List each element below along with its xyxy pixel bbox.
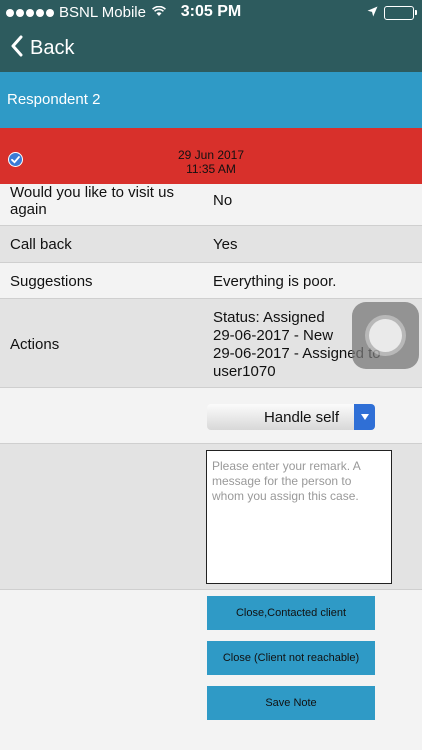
row-label: Call back	[10, 236, 72, 253]
status-right-group	[367, 4, 417, 21]
close-contacted-button[interactable]: Close,Contacted client	[207, 596, 375, 630]
back-button[interactable]: Back	[10, 35, 74, 62]
row-value: Yes	[213, 236, 238, 253]
record-header: 29 Jun 2017 11:35 AM	[0, 128, 422, 184]
table-row: Call back Yes	[0, 226, 422, 263]
status-bar: BSNL Mobile 3:05 PM	[0, 0, 422, 26]
save-note-button[interactable]: Save Note	[207, 686, 375, 720]
row-label: Would you like to visit us again	[10, 184, 174, 218]
record-time: 11:35 AM	[186, 162, 236, 176]
assign-dropdown[interactable]: Handle self	[207, 404, 375, 430]
row-label: Actions	[10, 336, 60, 353]
row-value: No	[213, 192, 233, 209]
close-unreachable-button[interactable]: Close (Client not reachable)	[207, 641, 375, 675]
assign-dropdown-value: Handle self	[263, 409, 339, 426]
table-row: Suggestions Everything is poor.	[0, 263, 422, 299]
nav-bar: Back	[0, 26, 422, 72]
battery-icon	[384, 5, 417, 20]
remark-field[interactable]	[206, 450, 392, 584]
clock: 3:05 PM	[180, 3, 242, 20]
chevron-left-icon	[10, 35, 24, 62]
page-title: Respondent 2	[0, 72, 422, 128]
history-line: user1070	[213, 363, 276, 380]
location-arrow-icon	[367, 4, 378, 21]
row-value: Everything is poor.	[213, 273, 337, 290]
back-label: Back	[30, 37, 75, 59]
record-date: 29 Jun 2017	[177, 148, 245, 162]
dropdown-arrow-icon	[354, 404, 375, 430]
table-row: Would you like to visit us again No	[0, 184, 422, 226]
assistive-touch-button[interactable]	[352, 302, 419, 369]
row-label: Suggestions	[10, 273, 93, 290]
